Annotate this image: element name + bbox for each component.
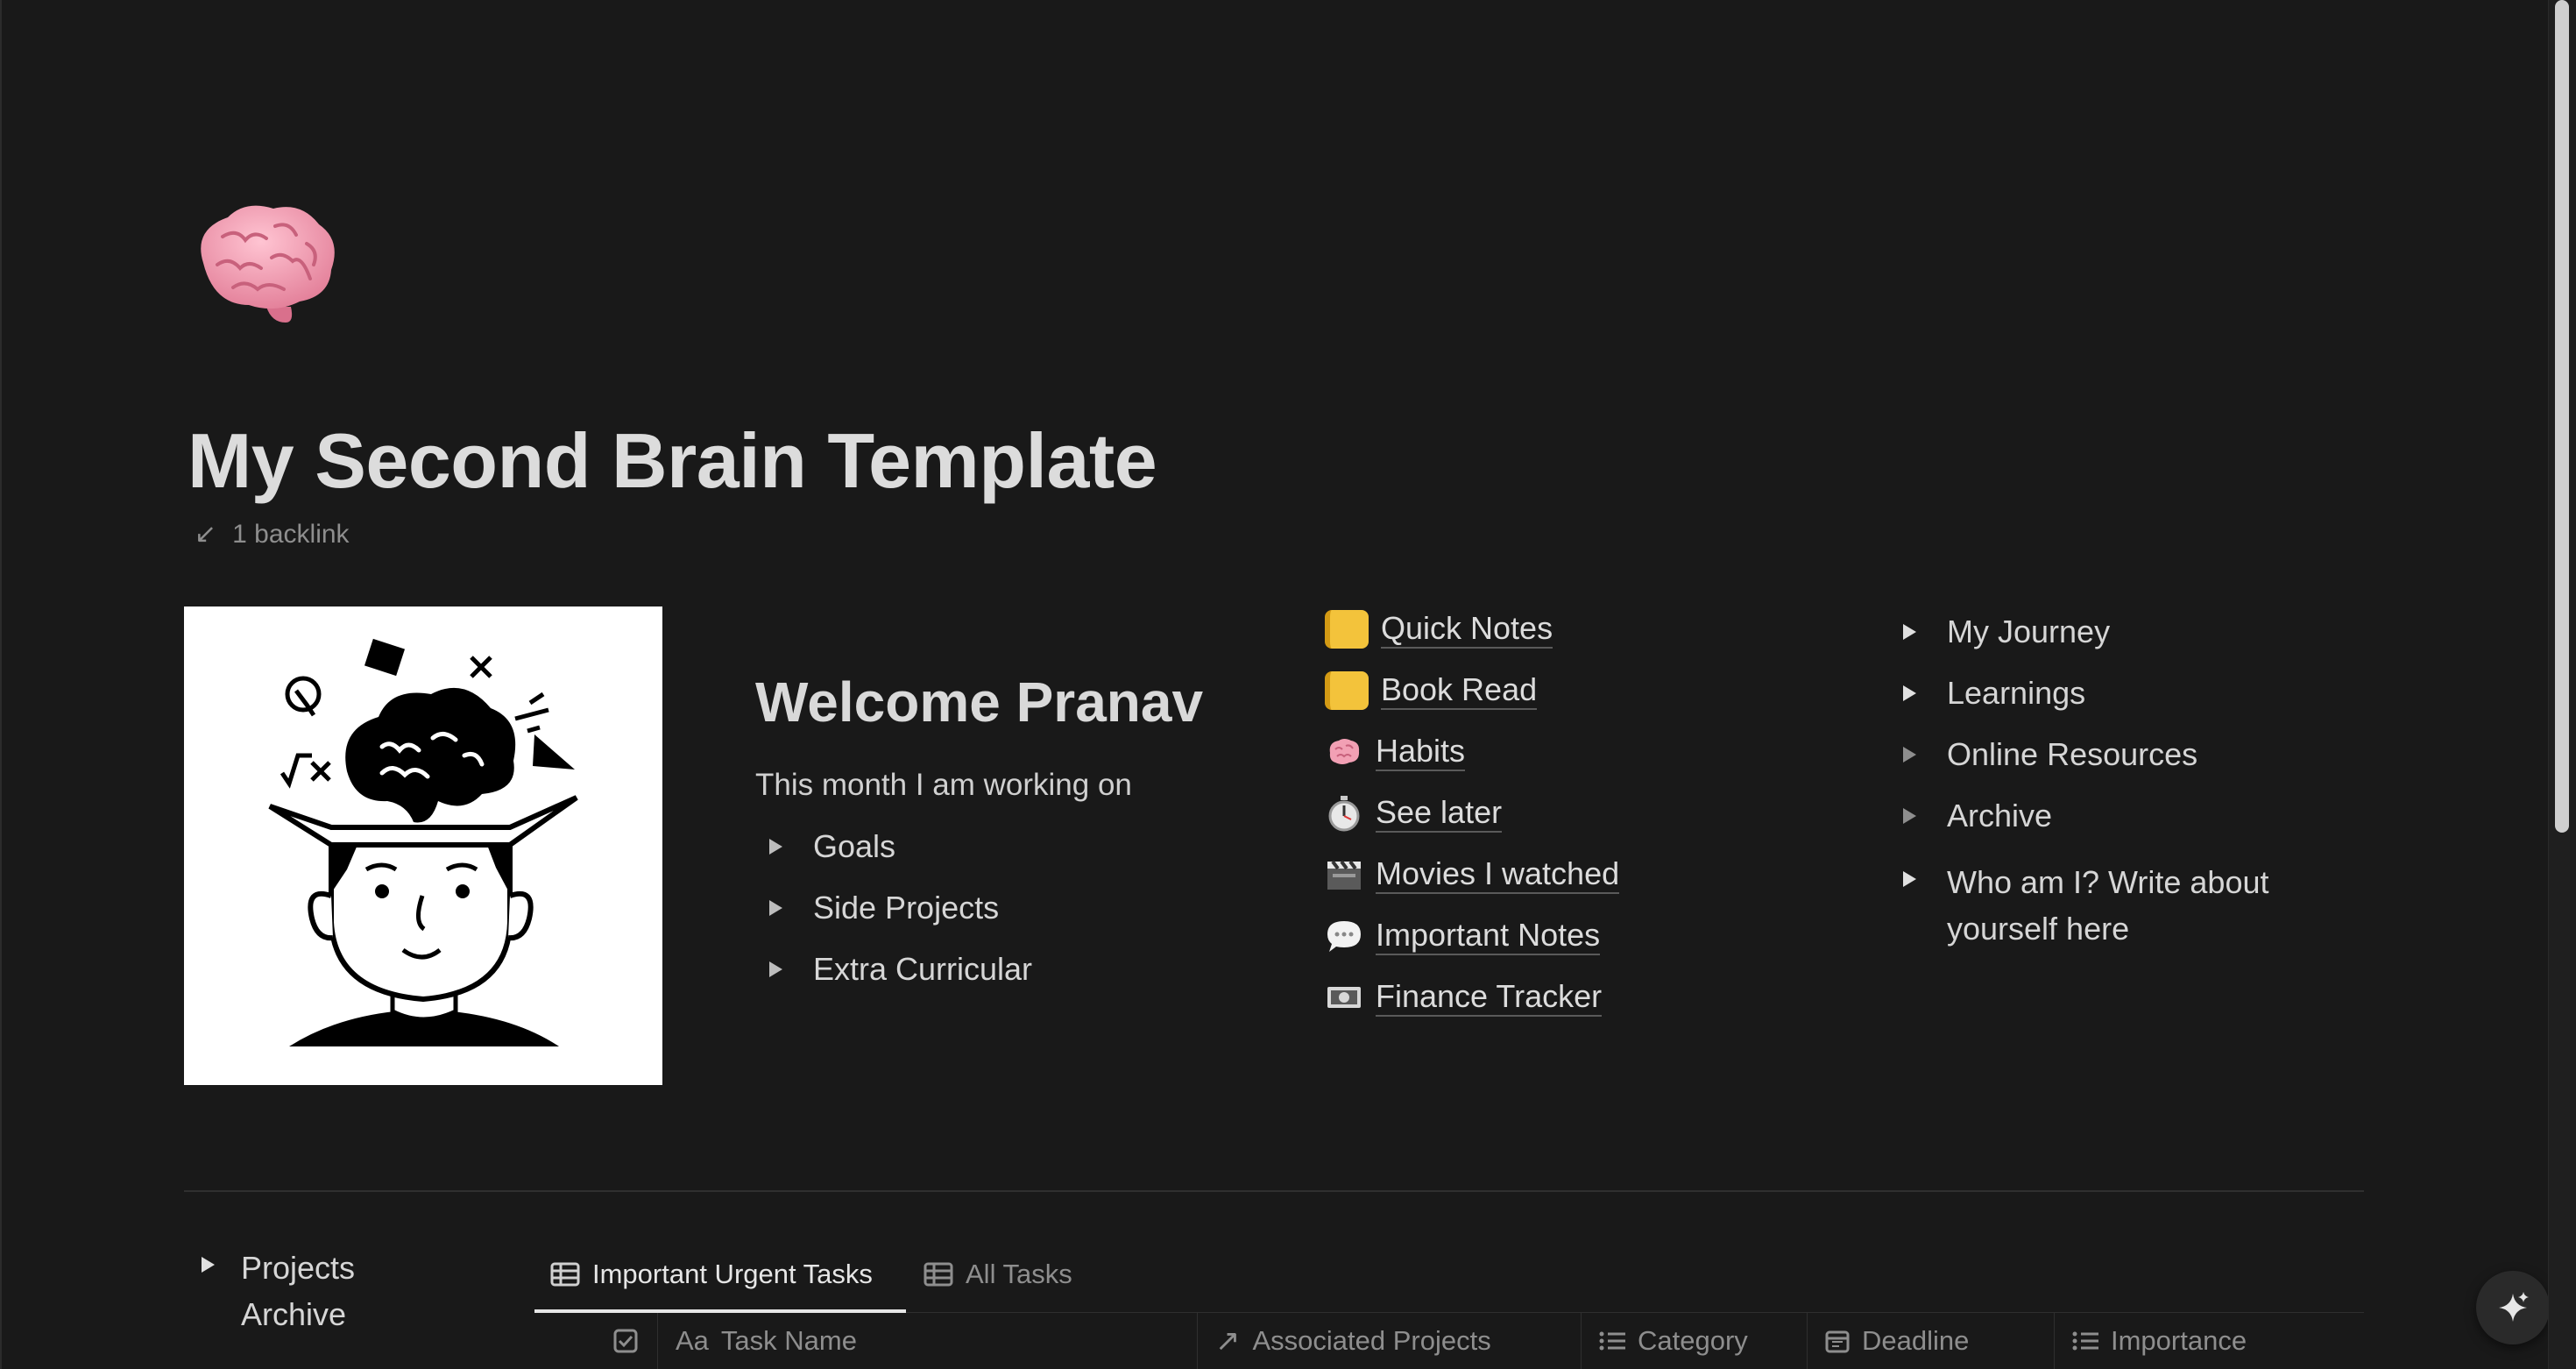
toggle-side-projects[interactable]: Side Projects [769,890,999,926]
page-link-label: Book Read [1381,671,1538,710]
header-illustration [184,606,662,1085]
checkbox-icon [613,1329,638,1353]
brain-icon [1325,733,1363,771]
toggle-label: Online Resources [1947,736,2198,772]
brain-icon [201,205,335,323]
column-importance[interactable]: Importance [2054,1313,2364,1369]
welcome-heading[interactable]: Welcome Pranav [755,670,1203,734]
page-link-quick-notes[interactable]: Quick Notes [1325,610,1553,649]
toggle-archive[interactable]: Archive [1903,798,2052,834]
page-link-movies[interactable]: Movies I watched [1325,855,1620,894]
backlink-label: 1 backlink [232,519,350,549]
page-link-see-later[interactable]: See later [1325,794,1503,833]
page-link-label: Movies I watched [1376,855,1620,894]
page-link-label: Finance Tracker [1376,978,1603,1017]
welcome-subtitle[interactable]: This month I am working on [755,768,1132,803]
calendar-icon [1825,1330,1850,1353]
toggle-who-am-i[interactable]: Who am I? Write about yourself here [1903,859,2289,952]
toggle-triangle-icon[interactable] [769,961,782,977]
page-link-label: Quick Notes [1381,610,1553,649]
toggle-triangle-icon[interactable] [1903,747,1916,763]
column-label: Associated Projects [1252,1325,1491,1356]
window-edge [0,0,2,1369]
list-icon [2072,1331,2098,1351]
ai-assistant-button[interactable] [2476,1271,2550,1344]
toggle-goals[interactable]: Goals [769,828,895,865]
page-link-finance-tracker[interactable]: Finance Tracker [1325,978,1603,1017]
toggle-label: Learnings [1947,675,2086,711]
toggle-label: My Journey [1947,614,2111,649]
toggle-triangle-icon[interactable] [769,839,782,855]
column-label: Task Name [720,1325,857,1356]
column-label: Importance [2111,1325,2247,1356]
column-checkbox[interactable] [596,1313,657,1369]
column-task-name[interactable]: Aa Task Name [657,1313,1197,1369]
tab-label: Important Urgent Tasks [592,1259,873,1289]
sparkle-icon [2499,1292,2529,1322]
toggle-triangle-icon[interactable] [1903,624,1916,640]
section-divider [184,1190,2364,1192]
toggle-triangle-icon[interactable] [1903,808,1916,824]
page-link-label: Important Notes [1376,917,1601,955]
toggle-triangle-icon[interactable] [202,1257,215,1273]
toggle-label: Extra Curricular [813,951,1033,987]
text-property-icon: Aa [676,1325,709,1356]
backlink[interactable]: ↙ 1 backlink [195,519,350,550]
toggle-learnings[interactable]: Learnings [1903,675,2085,712]
table-icon [550,1262,580,1287]
toggle-label: Side Projects [813,890,1000,926]
toggle-label: Archive [1947,798,2053,833]
speech-bubble-icon [1325,917,1363,955]
column-label: Category [1638,1325,1748,1356]
tab-all-tasks[interactable]: All Tasks [924,1259,1072,1290]
toggle-label: Who am I? Write about yourself here [1947,864,2269,947]
toggle-triangle-icon[interactable] [769,900,782,916]
stopwatch-icon [1325,794,1363,833]
toggle-triangle-icon[interactable] [1903,685,1916,701]
page-link-important-notes[interactable]: Important Notes [1325,917,1601,955]
toggle-label: Projects Archive [241,1250,356,1332]
scrollbar-thumb[interactable] [2555,0,2569,833]
page-link-habits[interactable]: Habits [1325,733,1466,771]
page-link-label: Habits [1376,733,1466,771]
list-icon [1599,1331,1625,1351]
toggle-online-resources[interactable]: Online Resources [1903,736,2197,773]
toggle-triangle-icon[interactable] [1903,871,1916,887]
toggle-projects-archive[interactable]: Projects Archive [202,1245,421,1337]
tab-label: All Tasks [966,1259,1072,1289]
tab-important-urgent-tasks[interactable]: Important Urgent Tasks [550,1259,873,1290]
column-category[interactable]: Category [1581,1313,1807,1369]
relation-arrow-icon: ↗ [1215,1324,1241,1358]
page-icon[interactable] [188,195,342,326]
clapperboard-icon [1325,855,1363,894]
page-link-book-read[interactable]: Book Read [1325,671,1538,710]
column-deadline[interactable]: Deadline [1807,1313,2054,1369]
toggle-my-journey[interactable]: My Journey [1903,614,2110,650]
backlink-arrow-icon: ↙ [195,520,217,549]
table-icon [924,1262,953,1287]
notepad-icon [1325,610,1369,649]
column-label: Deadline [1862,1325,1970,1356]
page-title[interactable]: My Second Brain Template [188,416,1157,506]
notepad-icon [1325,671,1369,710]
toggle-extra-curricular[interactable]: Extra Curricular [769,951,1032,988]
money-icon [1325,978,1363,1017]
toggle-label: Goals [813,828,896,864]
page-link-label: See later [1376,794,1503,833]
column-associated-projects[interactable]: ↗ Associated Projects [1197,1313,1581,1369]
